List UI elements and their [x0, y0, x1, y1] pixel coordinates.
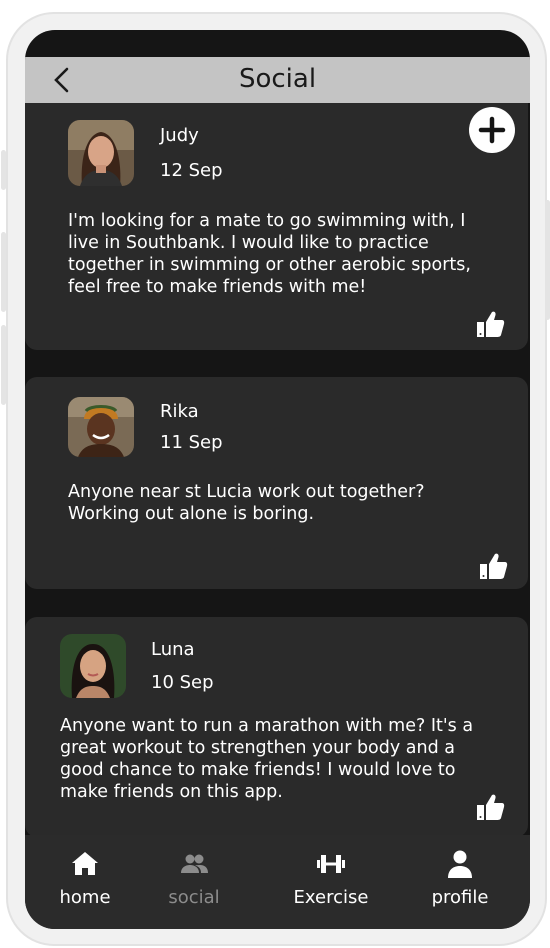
- phone-side-button: [1, 150, 6, 190]
- app-header: Social: [25, 57, 530, 103]
- plus-icon: [478, 116, 506, 144]
- post-author-name: Judy: [160, 125, 199, 146]
- post-author-name: Rika: [160, 401, 199, 422]
- post-author-name: Luna: [151, 639, 195, 660]
- page-title: Social: [238, 64, 317, 94]
- bottom-nav: home social Exercise profile: [25, 835, 530, 929]
- thumbs-up-icon[interactable]: [478, 551, 508, 581]
- phone-side-button: [1, 232, 6, 312]
- post-date: 11 Sep: [160, 432, 223, 453]
- avatar[interactable]: [68, 120, 134, 186]
- people-icon: [181, 854, 208, 873]
- post-text: Anyone want to run a marathon with me? I…: [60, 716, 474, 802]
- dumbbell-icon: [317, 855, 345, 873]
- post-date: 12 Sep: [160, 160, 223, 181]
- app-screen: Judy 12 Sep I'm looking for a mate to go…: [25, 30, 530, 929]
- add-post-button[interactable]: [469, 107, 515, 153]
- nav-item-exercise[interactable]: Exercise: [271, 835, 391, 929]
- thumbs-up-icon[interactable]: [475, 309, 505, 339]
- post-text: I'm looking for a mate to go swimming wi…: [68, 211, 471, 297]
- phone-side-button: [545, 200, 550, 320]
- phone-side-button: [1, 325, 6, 405]
- nav-label: Exercise: [293, 887, 369, 908]
- thumbs-up-icon[interactable]: [475, 792, 505, 822]
- post-date: 10 Sep: [151, 672, 214, 693]
- person-icon: [448, 850, 472, 878]
- nav-item-social[interactable]: social: [134, 835, 254, 929]
- nav-label: home: [59, 887, 111, 908]
- post-card: Judy 12 Sep I'm looking for a mate to go…: [25, 90, 528, 350]
- nav-item-profile[interactable]: profile: [400, 835, 520, 929]
- post-card: Rika 11 Sep Anyone near st Lucia work ou…: [25, 377, 528, 589]
- nav-label: profile: [431, 887, 489, 908]
- home-icon: [72, 852, 98, 875]
- post-text: Anyone near st Lucia work out together? …: [68, 482, 425, 524]
- avatar[interactable]: [60, 634, 126, 698]
- avatar[interactable]: [68, 397, 134, 457]
- nav-item-home[interactable]: home: [25, 835, 145, 929]
- nav-label: social: [168, 887, 220, 908]
- post-card: Luna 10 Sep Anyone want to run a maratho…: [25, 617, 528, 837]
